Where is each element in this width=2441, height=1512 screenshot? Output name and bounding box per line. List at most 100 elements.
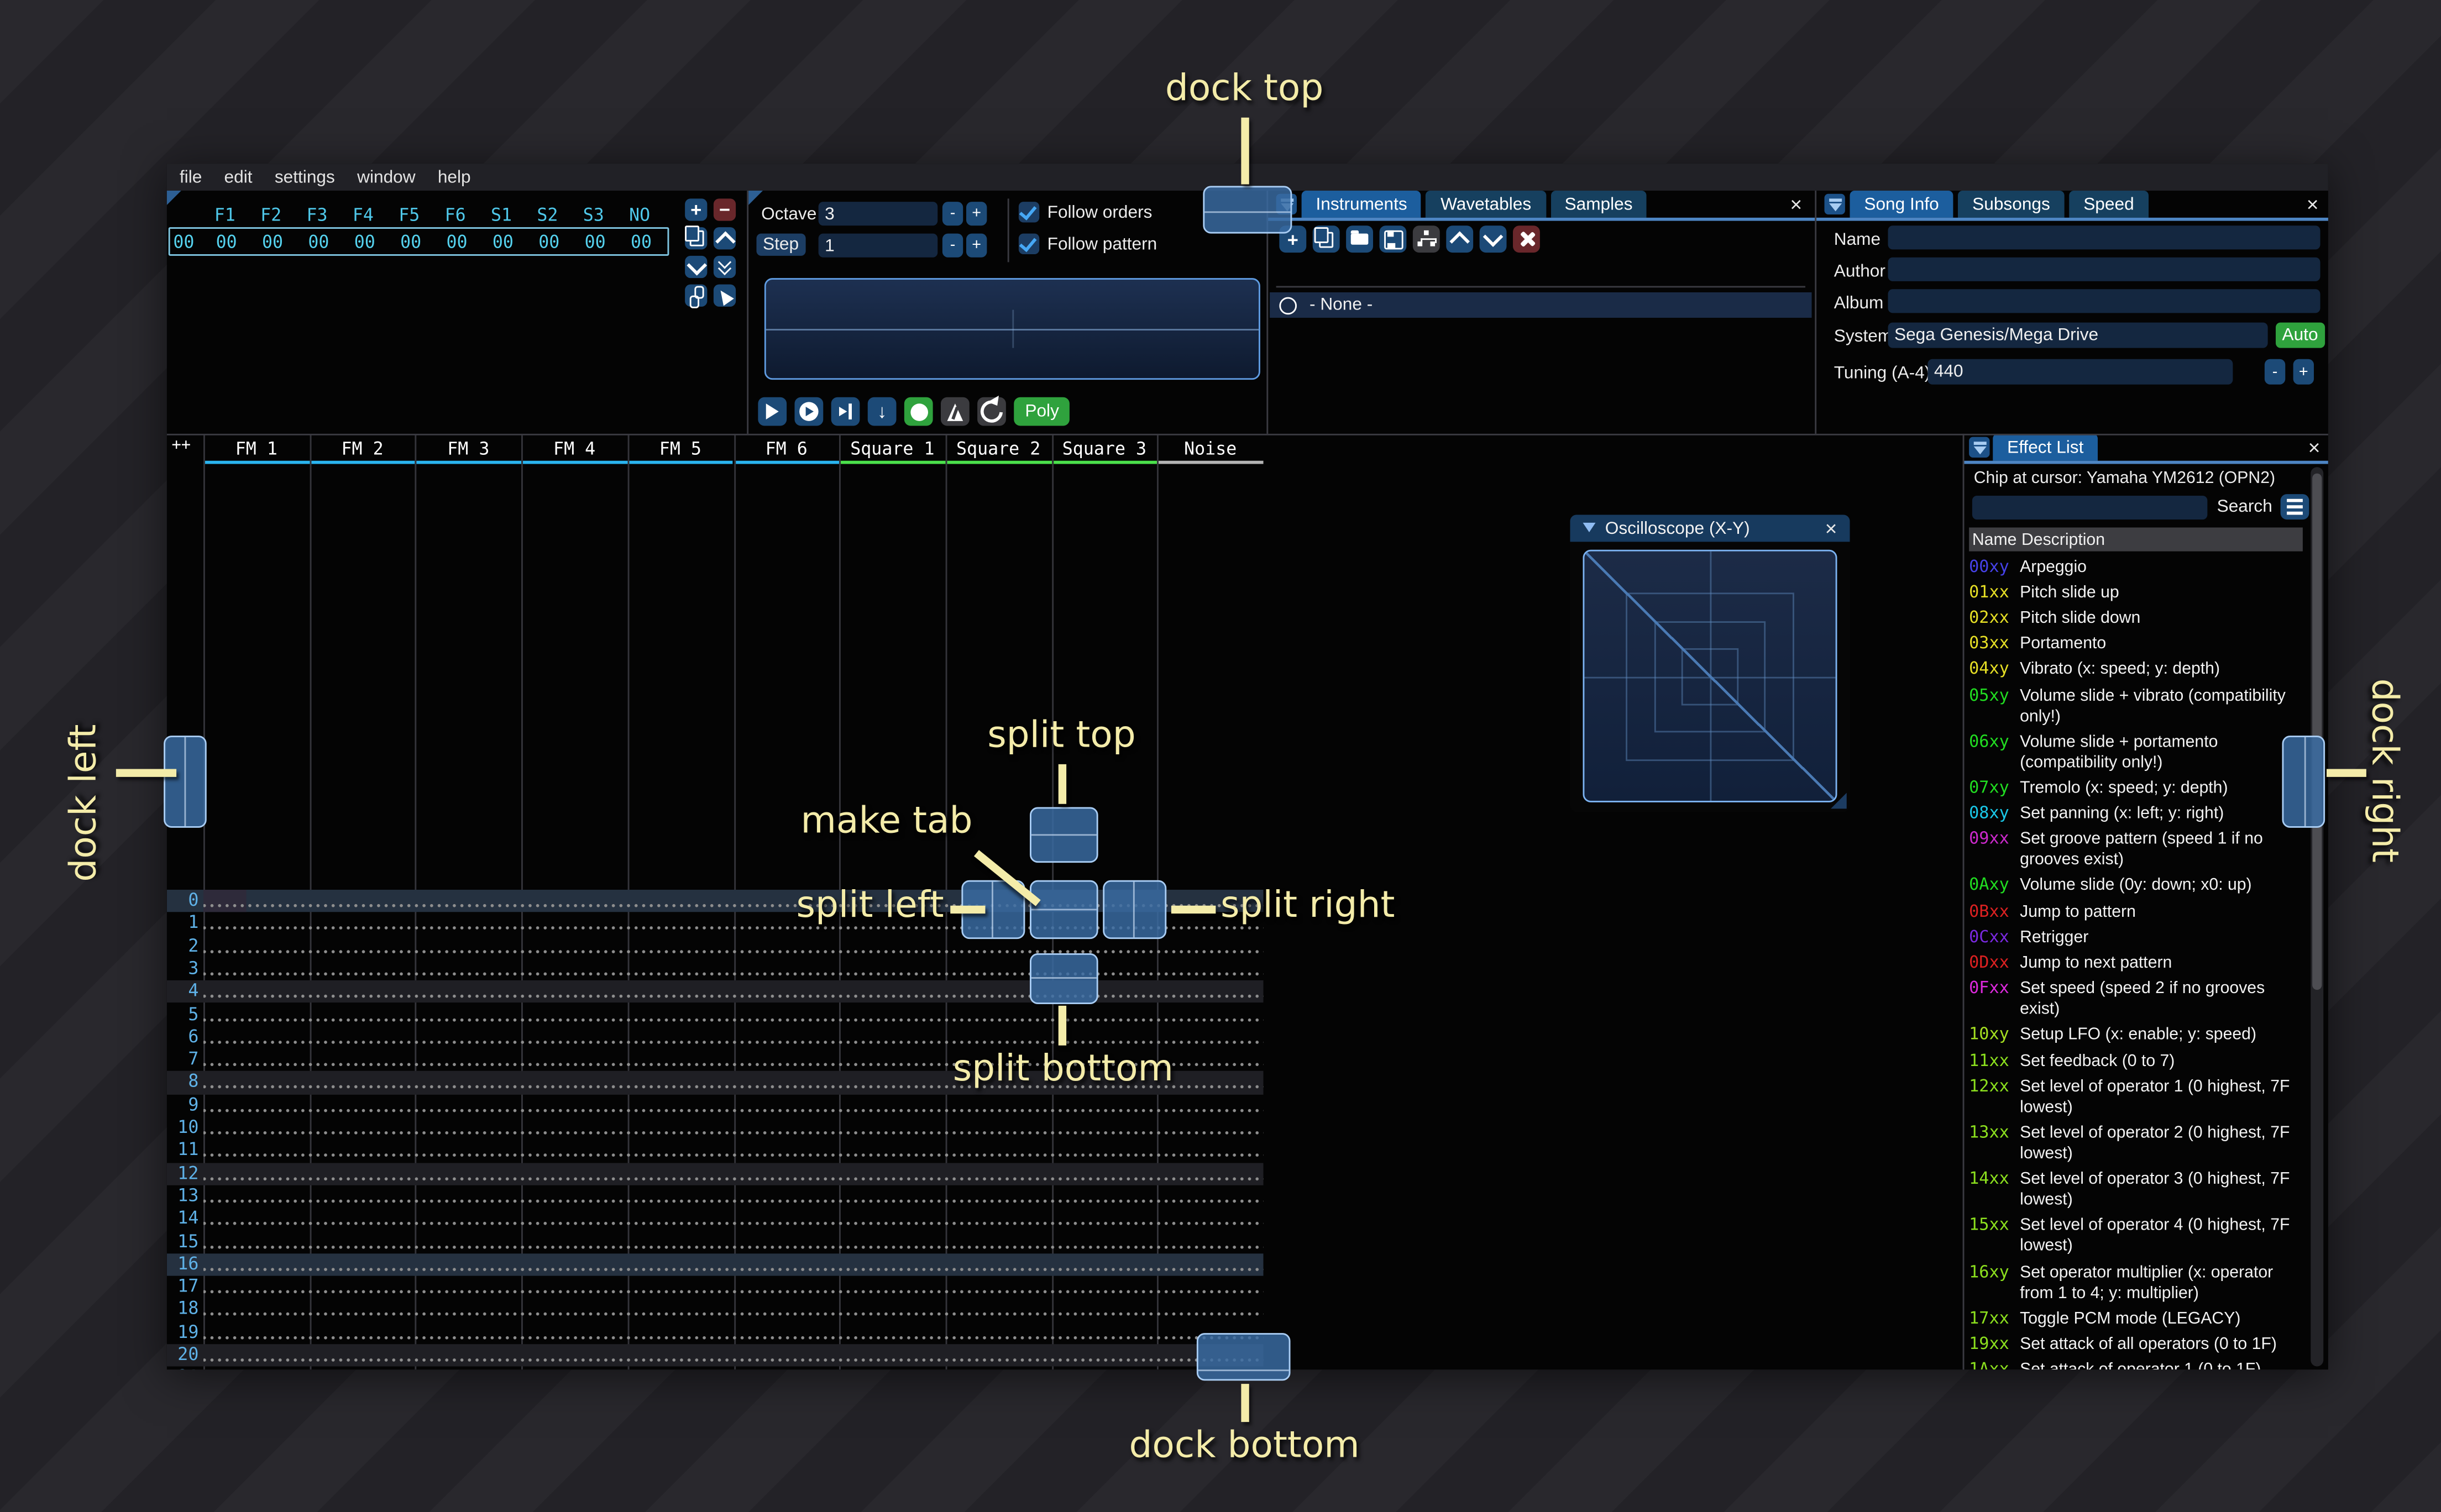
tuning-input[interactable]: 440: [1927, 359, 2233, 385]
play-pattern-button[interactable]: [794, 397, 824, 426]
channel-header-fm-3[interactable]: FM 3: [415, 439, 521, 459]
order-cell-S2[interactable]: 00: [526, 231, 572, 251]
effect-row-1Axx[interactable]: 1AxxSet attack of operator 1 (0 to 1F): [1969, 1358, 2306, 1369]
pattern-row-19[interactable]: 19: [167, 1321, 1264, 1345]
tab-effect-list[interactable]: Effect List: [1993, 433, 2098, 461]
pattern-row-5[interactable]: 5: [167, 1003, 1264, 1026]
tuning-minus-button[interactable]: -: [2264, 359, 2286, 385]
divider[interactable]: [1962, 433, 1965, 1370]
effect-row-02xx[interactable]: 02xx Pitch slide down: [1969, 606, 2306, 632]
order-cell-S1[interactable]: 00: [480, 231, 526, 251]
effect-row-04xy[interactable]: 04xy Vibrato (x: speed; y: depth): [1969, 658, 2306, 684]
auto-system-button[interactable]: Auto: [2276, 322, 2325, 348]
order-add-button[interactable]: +: [685, 198, 708, 221]
tab-instruments[interactable]: Instruments: [1301, 191, 1422, 218]
effect-row-13xx[interactable]: 13xx Set level of operator 2 (0 highest, …: [1969, 1121, 2306, 1167]
pattern-row-20[interactable]: 20: [166, 1344, 1264, 1367]
effect-row-00xy[interactable]: 00xy Arpeggio: [1969, 554, 2306, 580]
name-input[interactable]: [1888, 225, 2320, 250]
channel-header-square-3[interactable]: Square 3: [1051, 439, 1157, 459]
effect-row-11xx[interactable]: 11xx Set feedback (0 to 7): [1969, 1049, 2306, 1075]
effect-row-06xy[interactable]: 06xy Volume slide + portamento (compatibi…: [1969, 729, 2306, 776]
repeat-button[interactable]: [976, 396, 1008, 427]
pattern-row-6[interactable]: 6: [167, 1026, 1264, 1049]
effect-row-07xy[interactable]: 07xy Tremolo (x: speed; y: depth): [1969, 776, 2306, 802]
instrument-duplicate-button[interactable]: [1312, 225, 1340, 253]
channel-header-fm-6[interactable]: FM 6: [734, 439, 840, 459]
metronome-button[interactable]: [941, 397, 970, 426]
effect-row-0Dxx[interactable]: 0Dxx Jump to next pattern: [1969, 951, 2306, 977]
channel-header-fm-1[interactable]: FM 1: [203, 439, 310, 459]
effect-row-08xy[interactable]: 08xy Set panning (x: left; y: right): [1969, 801, 2306, 827]
split-right-target[interactable]: [1103, 880, 1167, 939]
split-top-target[interactable]: [1030, 807, 1098, 863]
search-input[interactable]: [1972, 495, 2208, 519]
pattern-row-0[interactable]: 0: [166, 890, 1264, 913]
menu-help[interactable]: help: [438, 167, 471, 187]
instrument-save-button[interactable]: [1379, 225, 1407, 253]
instrument-list-item[interactable]: - None -: [1270, 292, 1812, 318]
channel-header-fm-2[interactable]: FM 2: [310, 439, 416, 459]
step-minus-button[interactable]: -: [942, 233, 963, 258]
step-input[interactable]: 1: [818, 233, 938, 258]
tab-wavetables[interactable]: Wavetables: [1426, 191, 1546, 218]
pattern-row-14[interactable]: 14: [167, 1208, 1264, 1231]
order-remove-button[interactable]: −: [713, 198, 736, 221]
instrument-move-up-button[interactable]: [1446, 225, 1474, 253]
instrument-delete-button[interactable]: [1513, 225, 1540, 253]
channel-header-fm-5[interactable]: FM 5: [627, 439, 734, 459]
divider[interactable]: [747, 191, 749, 434]
order-move-up-button[interactable]: [713, 227, 736, 251]
record-button[interactable]: [904, 397, 933, 426]
dock-top-target[interactable]: [1203, 186, 1292, 234]
order-cell-F5[interactable]: 00: [388, 231, 434, 251]
pattern-row-13[interactable]: 13: [167, 1185, 1264, 1208]
author-input[interactable]: [1888, 257, 2320, 281]
close-icon[interactable]: ×: [1825, 518, 1837, 538]
effect-row-14xx[interactable]: 14xx Set level of operator 3 (0 highest, …: [1969, 1167, 2306, 1214]
order-cell-F1[interactable]: 00: [203, 231, 249, 251]
pattern-row-9[interactable]: 9: [167, 1094, 1264, 1117]
effect-row-19xx[interactable]: 19xx Set attack of all operators (0 to 1F…: [1969, 1332, 2306, 1358]
instrument-open-button[interactable]: [1346, 225, 1373, 253]
pattern-row-3[interactable]: 3: [167, 958, 1264, 981]
order-cell-F6[interactable]: 00: [434, 231, 480, 251]
effect-row-16xy[interactable]: 16xy Set operator multiplier (x: operator…: [1969, 1260, 2306, 1306]
tab-subsongs[interactable]: Subsongs: [1958, 191, 2065, 218]
pattern-row-18[interactable]: 18: [167, 1298, 1264, 1322]
effect-row-0Cxx[interactable]: 0Cxx Retrigger: [1969, 925, 2306, 951]
order-cell-F4[interactable]: 00: [342, 231, 387, 251]
oscilloscope-titlebar[interactable]: Oscilloscope (X-Y): [1570, 514, 1850, 542]
play-from-cursor-button[interactable]: [831, 397, 860, 426]
order-cell-S3[interactable]: 00: [572, 231, 618, 251]
step-plus-button[interactable]: +: [966, 233, 987, 258]
pattern-row-21[interactable]: 21: [167, 1367, 1264, 1370]
effect-row-17xx[interactable]: 17xx Toggle PCM mode (LEGACY): [1969, 1306, 2306, 1332]
channel-header-noise[interactable]: Noise: [1157, 439, 1264, 459]
channel-header-square-2[interactable]: Square 2: [945, 439, 1051, 459]
menu-file[interactable]: file: [180, 167, 202, 187]
follow-pattern-checkbox[interactable]: Follow pattern: [1018, 233, 1157, 254]
effect-row-12xx[interactable]: 12xx Set level of operator 1 (0 highest, …: [1969, 1074, 2306, 1121]
pattern-corner[interactable]: ++: [172, 437, 191, 455]
tab-samples[interactable]: Samples: [1550, 191, 1647, 218]
pattern-row-1[interactable]: 1: [167, 912, 1264, 936]
pattern-row-4[interactable]: 4: [166, 980, 1264, 1004]
tuning-plus-button[interactable]: +: [2293, 359, 2314, 385]
system-input[interactable]: Sega Genesis/Mega Drive: [1888, 322, 2268, 348]
note-preview-box[interactable]: [764, 278, 1260, 380]
play-button[interactable]: [758, 397, 787, 426]
dock-right-target[interactable]: [2282, 736, 2325, 828]
effect-row-05xy[interactable]: 05xy Volume slide + vibrato (compatibilit…: [1969, 683, 2306, 729]
order-row[interactable]: 00 00 00 00 00 00 00 00 00 00 00: [168, 227, 669, 256]
menu-settings[interactable]: settings: [275, 167, 335, 187]
instrument-move-down-button[interactable]: [1479, 225, 1507, 253]
make-tab-target[interactable]: [1030, 880, 1098, 939]
effect-row-09xx[interactable]: 09xx Set groove pattern (speed 1 if no gr…: [1969, 827, 2306, 874]
album-input[interactable]: [1888, 289, 2320, 313]
pattern-row-15[interactable]: 15: [167, 1230, 1264, 1253]
order-move-down-button[interactable]: [685, 254, 708, 279]
octave-input[interactable]: 3: [818, 202, 938, 226]
pattern-row-2[interactable]: 2: [167, 935, 1264, 958]
tab-speed[interactable]: Speed: [2069, 191, 2149, 218]
